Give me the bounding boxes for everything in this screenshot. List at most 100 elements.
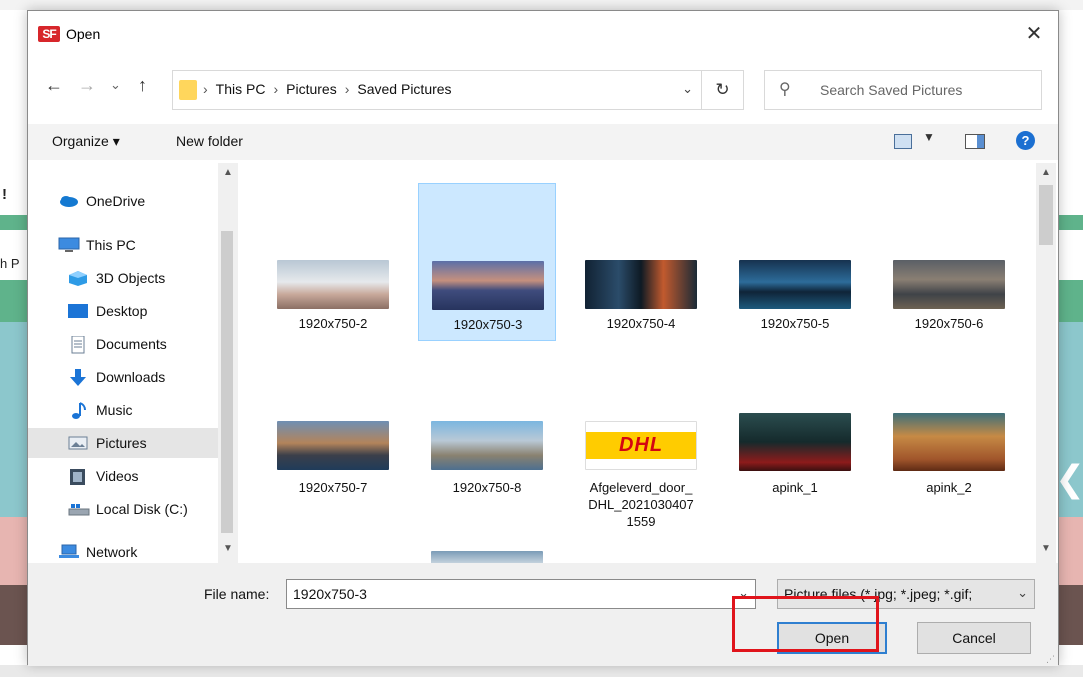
file-item[interactable]: 1920x750-5 [726, 183, 864, 341]
search-input[interactable]: ⚲ Search Saved Pictures [764, 70, 1042, 110]
file-name: apink_1 [772, 480, 818, 495]
file-item[interactable]: 1920x750-6 [880, 183, 1018, 341]
file-item[interactable]: apink_1 [726, 383, 864, 553]
navigation-scrollbar[interactable]: ▲ ▼ [218, 163, 238, 563]
search-placeholder: Search Saved Pictures [820, 82, 963, 98]
file-list: 1920x750-2 1920x750-3 1920x750-4 1920x75… [246, 163, 1036, 563]
open-file-dialog: SF Open ✕ ← → ⌄ ↑ › This PC › Pictures › Save… [27, 10, 1059, 666]
downloads-icon [68, 369, 88, 386]
scroll-down-icon[interactable]: ▼ [223, 543, 233, 554]
file-name: 1920x750-7 [298, 480, 368, 495]
file-item[interactable]: 1920x750-7 [264, 383, 402, 553]
background-stripe [1059, 517, 1083, 585]
3d-objects-icon [68, 270, 88, 286]
organize-menu[interactable]: Organize ▾ [52, 133, 120, 150]
documents-icon [68, 335, 88, 354]
back-button[interactable]: ← [45, 75, 63, 96]
breadcrumb-separator: › [273, 81, 279, 97]
sidebar-item-music[interactable]: Music [28, 395, 218, 425]
file-list-scrollbar[interactable]: ▲ ▼ [1036, 163, 1056, 563]
file-item[interactable]: 1920x750-4 [572, 183, 710, 341]
sidebar-item-desktop[interactable]: Desktop [28, 296, 218, 326]
folder-icon [179, 80, 197, 100]
file-item[interactable] [418, 547, 556, 563]
dhl-logo: DHL [586, 432, 696, 459]
sidebar-item-label: Desktop [96, 303, 148, 319]
forward-button[interactable]: → [78, 75, 96, 96]
chevron-down-icon[interactable]: ⌄ [682, 81, 693, 97]
sidebar-item-pictures[interactable]: Pictures [28, 428, 218, 458]
change-view-icon[interactable] [894, 134, 912, 149]
close-button[interactable]: ✕ [1022, 21, 1046, 46]
sidebar-item-label: Network [86, 544, 138, 560]
resize-grip-icon[interactable]: ⋰ [1046, 654, 1056, 664]
breadcrumb-pictures[interactable]: Pictures [286, 81, 337, 97]
app-icon: SF [38, 26, 60, 42]
file-name-field[interactable]: 1920x750-3 ⌄ [286, 579, 756, 609]
file-thumbnail [893, 260, 1005, 309]
sidebar-item-documents[interactable]: Documents [28, 329, 218, 359]
file-thumbnail [739, 260, 851, 309]
sidebar-item-onedrive[interactable]: OneDrive [28, 186, 218, 216]
breadcrumb-this-pc[interactable]: This PC [216, 81, 266, 97]
refresh-button[interactable]: ↻ [702, 70, 744, 110]
navigation-pane: OneDrive This PC 3D Objects Desktop Docu… [28, 163, 244, 563]
file-thumbnail [893, 413, 1005, 471]
scroll-up-icon[interactable]: ▲ [1041, 167, 1051, 178]
desktop-icon [68, 303, 88, 319]
file-thumbnail [431, 421, 543, 470]
breadcrumb-saved-pictures[interactable]: Saved Pictures [357, 81, 451, 97]
videos-icon [68, 468, 88, 485]
sidebar-item-3d-objects[interactable]: 3D Objects [28, 263, 218, 293]
sidebar-item-label: Videos [96, 468, 139, 484]
recent-locations-button[interactable]: ⌄ [110, 77, 121, 93]
sidebar-item-this-pc[interactable]: This PC [28, 230, 218, 260]
background-stripe [1059, 215, 1083, 230]
sidebar-item-label: Documents [96, 336, 167, 352]
address-bar[interactable]: › This PC › Pictures › Saved Pictures ⌄ [172, 70, 702, 110]
search-icon: ⚲ [779, 81, 791, 98]
breadcrumb-separator: › [203, 81, 208, 97]
help-icon[interactable]: ? [1016, 131, 1035, 150]
file-name: apink_2 [926, 480, 972, 495]
sidebar-item-videos[interactable]: Videos [28, 461, 218, 491]
scroll-down-icon[interactable]: ▼ [1041, 543, 1051, 554]
file-name: 1920x750-5 [760, 316, 830, 331]
background-stripe [0, 585, 27, 645]
file-item[interactable]: apink_2 [880, 383, 1018, 553]
scrollbar-thumb[interactable] [1039, 185, 1053, 245]
sidebar-item-local-disk[interactable]: Local Disk (C:) [28, 494, 218, 524]
onedrive-icon [58, 193, 78, 209]
breadcrumb-separator: › [344, 81, 350, 97]
background-page-left: ! h P [0, 10, 27, 677]
breadcrumb: › This PC › Pictures › Saved Pictures [203, 81, 452, 97]
file-item[interactable]: 1920x750-8 [418, 383, 556, 553]
preview-pane-icon[interactable] [965, 134, 985, 149]
file-item[interactable]: 1920x750-2 [264, 183, 402, 341]
sidebar-item-downloads[interactable]: Downloads [28, 362, 218, 392]
sidebar-item-label: OneDrive [86, 193, 146, 209]
scrollbar-thumb[interactable] [221, 231, 233, 533]
new-folder-button[interactable]: New folder [176, 133, 243, 149]
command-toolbar: Organize ▾ New folder ▼ ? [28, 124, 1058, 160]
sidebar-item-label: This PC [86, 237, 136, 253]
file-name-value: 1920x750-3 [293, 586, 367, 602]
sidebar-item-label: 3D Objects [96, 270, 166, 286]
background-stripe [0, 517, 27, 585]
file-name: 1920x750-4 [606, 316, 676, 331]
up-folder-button[interactable]: ↑ [138, 75, 147, 96]
sidebar-item-network[interactable]: Network [28, 537, 218, 563]
chevron-down-icon[interactable]: ▼ [923, 130, 935, 144]
file-name: 1920x750-3 [453, 317, 523, 332]
file-thumbnail [277, 260, 389, 309]
file-item[interactable]: DHL Afgeleverd_door_ DHL_2021030407 1559 [572, 383, 710, 553]
sidebar-item-label: Local Disk (C:) [96, 501, 188, 517]
file-item[interactable]: 1920x750-3 [418, 183, 556, 341]
scroll-up-icon[interactable]: ▲ [223, 167, 233, 178]
dialog-title: Open [66, 26, 101, 42]
background-page-top [0, 0, 1083, 10]
carousel-arrow-icon[interactable]: ❮ [1055, 458, 1083, 500]
file-thumbnail [431, 551, 543, 563]
sidebar-item-label: Music [96, 402, 133, 418]
cancel-button[interactable]: Cancel [917, 622, 1031, 654]
